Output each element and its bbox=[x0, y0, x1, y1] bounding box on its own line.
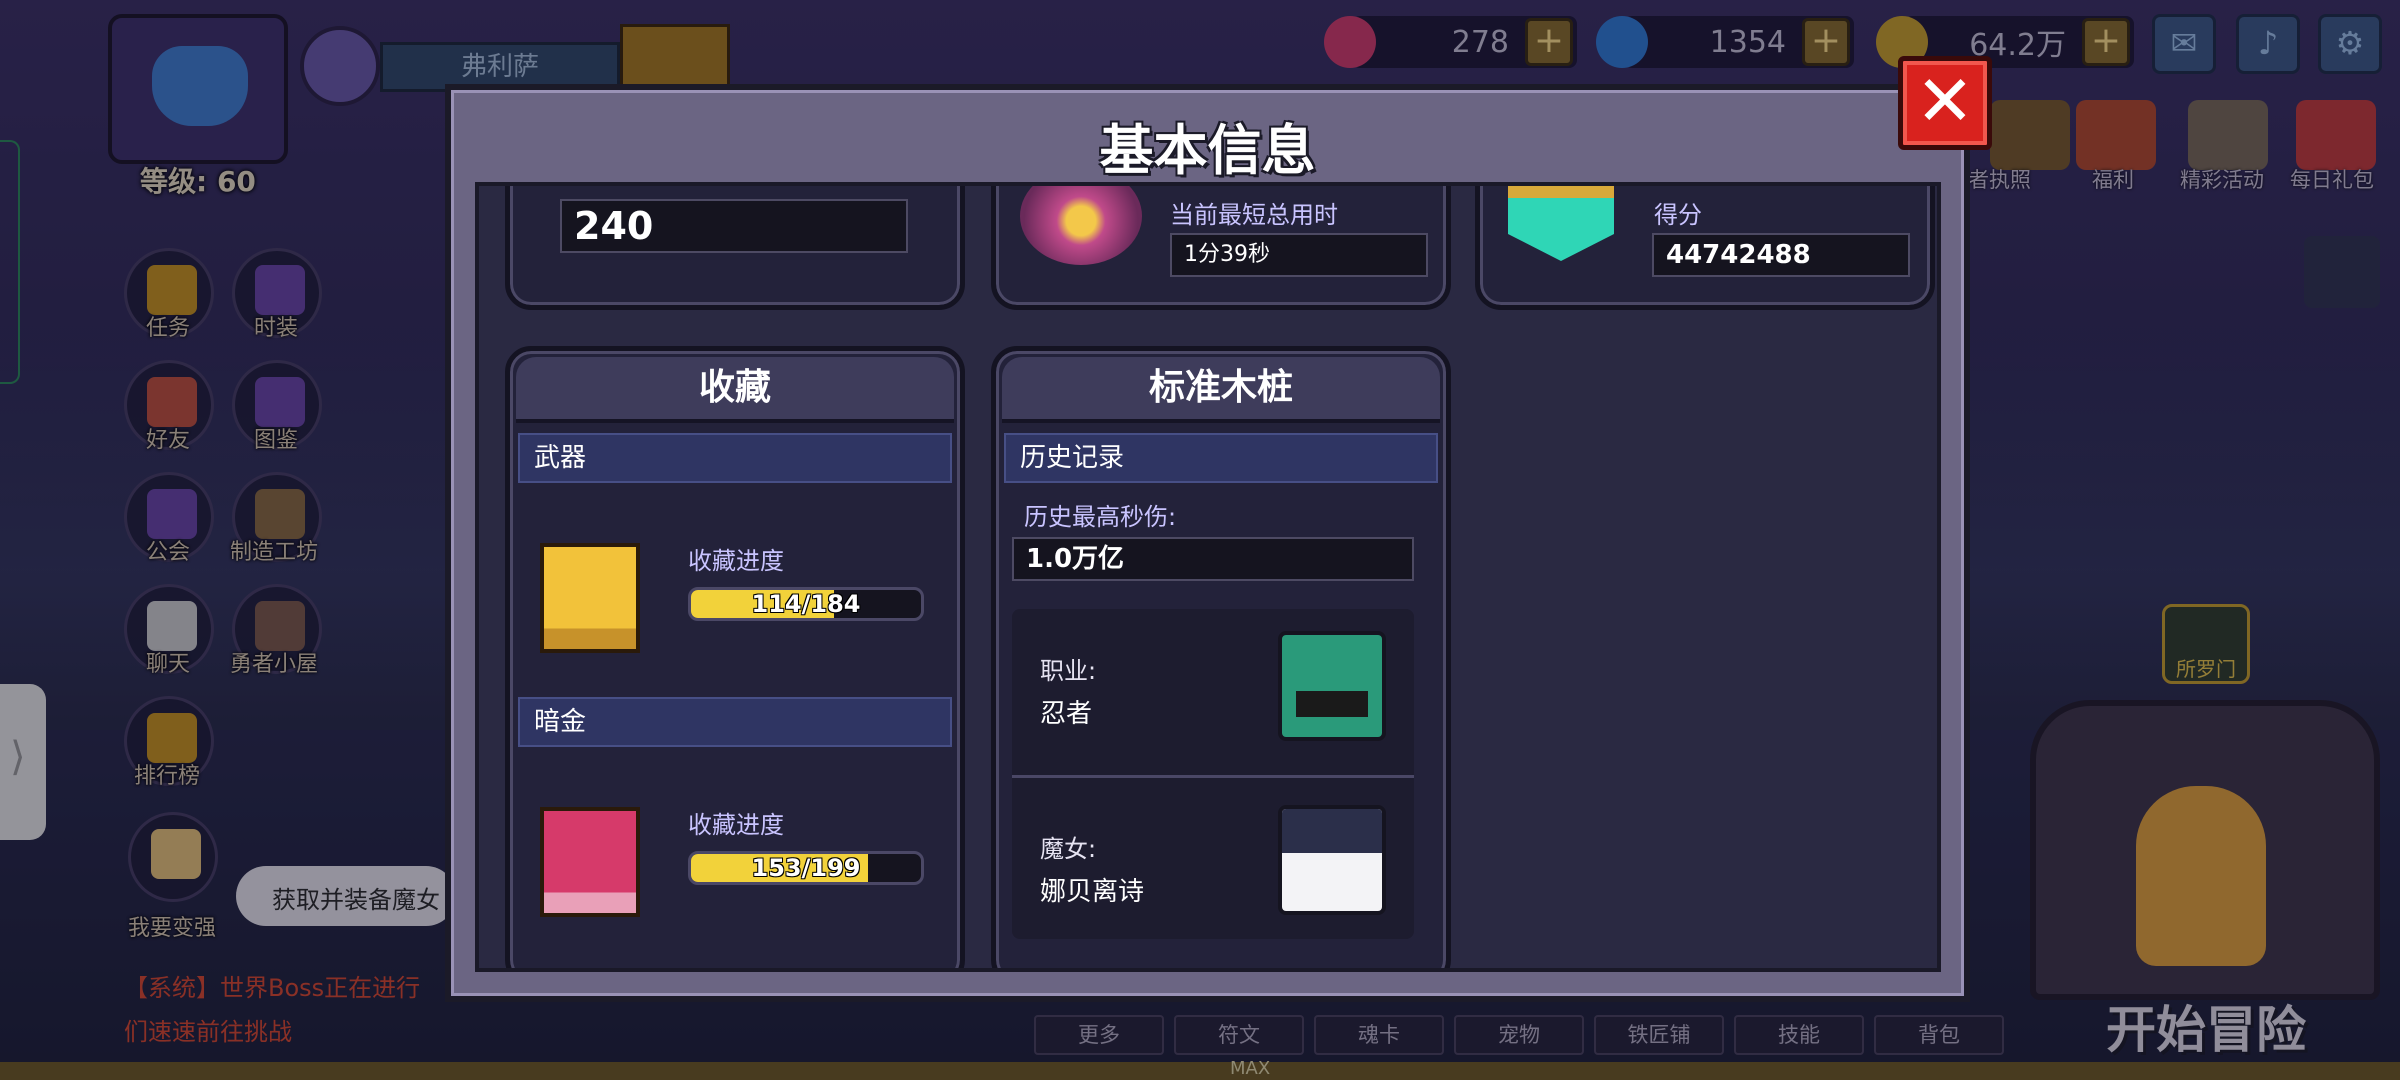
ninja-mask-icon bbox=[1296, 691, 1368, 717]
class-label: 职业: bbox=[1040, 657, 1097, 685]
collection-card: 收藏 武器 收藏进度 114/184 暗金 收藏进度 153/199 bbox=[505, 346, 965, 968]
lotus-flame-icon bbox=[1020, 186, 1142, 265]
weapon-progress-text: 114/184 bbox=[751, 590, 861, 618]
best-dps-value: 1.0万亿 bbox=[1012, 537, 1414, 581]
history-section-header: 历史记录 bbox=[1004, 433, 1438, 483]
loadout-panel: 职业: 忍者 魔女: 娜贝离诗 bbox=[1012, 609, 1414, 939]
dark-gold-section-header: 暗金 bbox=[518, 697, 952, 747]
witch-hair-icon bbox=[1282, 809, 1382, 853]
collection-title: 收藏 bbox=[516, 357, 954, 423]
top-card-2-value: 1分39秒 bbox=[1170, 233, 1428, 277]
dark-gold-progress-text: 153/199 bbox=[751, 854, 861, 882]
weapon-progress-bar: 114/184 bbox=[688, 587, 924, 621]
witch-label: 魔女: bbox=[1040, 835, 1097, 863]
close-button[interactable]: ✕ bbox=[1898, 56, 1992, 150]
top-card-3: 得分 44742488 bbox=[1475, 186, 1935, 310]
best-dps-label: 历史最高秒伤: bbox=[1024, 503, 1177, 531]
basic-info-dialog: 基本信息 240 当前最短总用时 1分39秒 得分 44742488 收藏 武器… bbox=[445, 84, 1970, 1002]
top-card-3-label: 得分 bbox=[1654, 201, 1702, 229]
top-card-1-value: 240 bbox=[560, 199, 908, 253]
witch-avatar[interactable] bbox=[1278, 805, 1386, 915]
weapon-book-icon[interactable] bbox=[540, 543, 640, 653]
dialog-content: 240 当前最短总用时 1分39秒 得分 44742488 收藏 武器 收藏进度… bbox=[475, 182, 1941, 972]
close-icon: ✕ bbox=[1915, 60, 1975, 142]
dark-gold-progress-label: 收藏进度 bbox=[688, 811, 784, 839]
loadout-divider bbox=[1012, 775, 1414, 778]
rank-medal-icon bbox=[1508, 186, 1614, 261]
dialog-title: 基本信息 bbox=[1099, 119, 1316, 182]
training-dummy-card: 标准木桩 历史记录 历史最高秒伤: 1.0万亿 职业: 忍者 魔女: 娜贝离诗 bbox=[991, 346, 1451, 968]
weapon-progress-label: 收藏进度 bbox=[688, 547, 784, 575]
training-dummy-title: 标准木桩 bbox=[1002, 357, 1440, 423]
ninja-avatar[interactable] bbox=[1278, 631, 1386, 741]
dark-gold-book-icon[interactable] bbox=[540, 807, 640, 917]
top-card-2: 当前最短总用时 1分39秒 bbox=[991, 186, 1451, 310]
weapon-section-header: 武器 bbox=[518, 433, 952, 483]
top-card-2-label: 当前最短总用时 bbox=[1170, 201, 1338, 229]
witch-value: 娜贝离诗 bbox=[1040, 877, 1145, 907]
dark-gold-progress-bar: 153/199 bbox=[688, 851, 924, 885]
class-value: 忍者 bbox=[1040, 699, 1093, 729]
top-card-1: 240 bbox=[505, 186, 965, 310]
top-card-3-value: 44742488 bbox=[1652, 233, 1910, 277]
